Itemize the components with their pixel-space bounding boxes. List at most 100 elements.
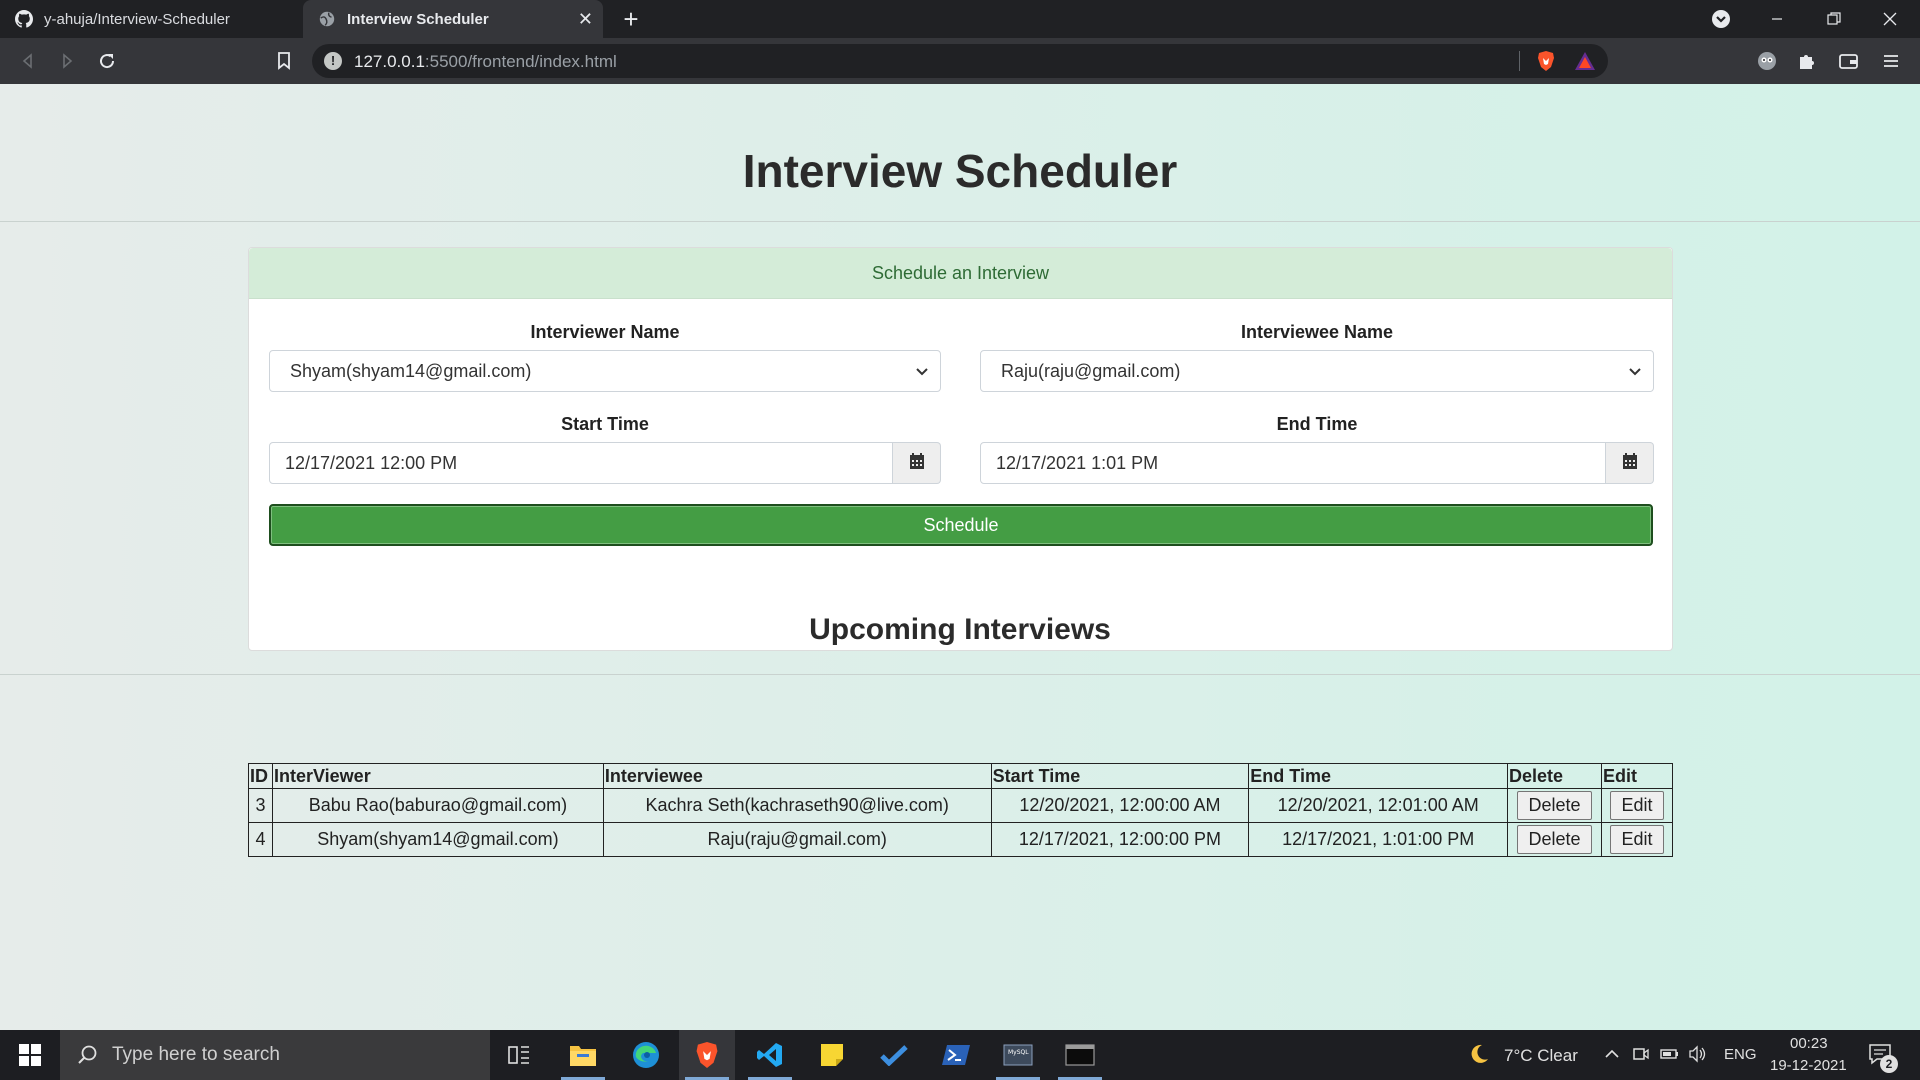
card-header: Schedule an Interview (249, 248, 1672, 299)
tab-interview-scheduler[interactable]: Interview Scheduler ✕ (303, 0, 603, 38)
col-header-id: ID (248, 763, 273, 789)
edge-icon[interactable] (618, 1030, 674, 1080)
brave-shields-icon[interactable] (1536, 50, 1556, 77)
terminal-icon[interactable] (1052, 1030, 1108, 1080)
svg-text:MySQL: MySQL (1008, 1049, 1029, 1056)
start-time-input[interactable]: 12/17/2021 12:00 PM (269, 442, 893, 484)
search-icon (76, 1043, 100, 1067)
page-viewport: Interview Scheduler Schedule an Intervie… (0, 84, 1920, 1030)
col-header-end: End Time (1248, 763, 1509, 789)
edit-button[interactable]: Edit (1610, 791, 1664, 820)
bookmark-icon[interactable] (270, 47, 298, 75)
cell-id: 4 (248, 822, 273, 857)
start-time-label: Start Time (561, 414, 649, 434)
interviewer-label: Interviewer Name (530, 322, 680, 342)
cell-start: 12/20/2021, 12:00:00 AM (990, 788, 1250, 823)
table-row: 3 Babu Rao(baburao@gmail.com) Kachra Set… (248, 788, 1674, 823)
address-bar[interactable]: ! 127.0.0.1:5500/frontend/index.html (312, 44, 1608, 78)
interviewer-select[interactable]: Shyam(shyam14@gmail.com) (269, 350, 941, 392)
end-time-input[interactable]: 12/17/2021 1:01 PM (980, 442, 1606, 484)
interviewee-select-value: Raju(raju@gmail.com) (1001, 360, 1181, 381)
cell-edit: Edit (1600, 788, 1674, 823)
interviewee-select[interactable]: Raju(raju@gmail.com) (980, 350, 1654, 392)
volume-icon[interactable] (1688, 1045, 1708, 1068)
browser-menu-dropdown-icon[interactable] (1698, 0, 1744, 38)
github-icon (14, 9, 34, 29)
browser-tab-strip: y-ahuja/Interview-Scheduler Interview Sc… (0, 0, 1920, 38)
weather-text[interactable]: 7°C Clear (1504, 1046, 1578, 1066)
brave-rewards-icon[interactable] (1574, 51, 1596, 76)
edit-button[interactable]: Edit (1610, 825, 1664, 854)
url-divider (1519, 51, 1520, 71)
col-header-delete: Delete (1507, 763, 1602, 789)
powershell-icon[interactable] (928, 1030, 984, 1080)
task-view-icon[interactable] (491, 1030, 547, 1080)
cell-interviewer: Shyam(shyam14@gmail.com) (271, 822, 604, 857)
forward-icon[interactable] (53, 47, 81, 75)
calendar-icon (909, 452, 925, 475)
browser-toolbar: ! 127.0.0.1:5500/frontend/index.html (0, 38, 1920, 84)
file-explorer-icon[interactable] (555, 1030, 611, 1080)
delete-button[interactable]: Delete (1517, 791, 1592, 820)
browser-menu-icon[interactable] (1880, 50, 1902, 72)
close-window-icon[interactable] (1867, 0, 1913, 38)
todo-icon[interactable] (866, 1030, 922, 1080)
upcoming-interviews-title: Upcoming Interviews (809, 613, 1111, 646)
minimize-icon[interactable] (1754, 0, 1800, 38)
cell-delete: Delete (1507, 822, 1602, 857)
end-calendar-button[interactable] (1606, 442, 1654, 484)
table-header-row: ID InterViewer Interviewee Start Time En… (248, 763, 1674, 789)
cell-interviewee: Raju(raju@gmail.com) (602, 822, 992, 857)
mysql-workbench-icon[interactable]: MySQL (990, 1030, 1046, 1080)
chevron-up-icon[interactable] (1604, 1046, 1620, 1067)
cell-delete: Delete (1507, 788, 1602, 823)
notification-count-badge: 2 (1880, 1055, 1898, 1073)
clock-date[interactable]: 19-12-2021 (1770, 1057, 1847, 1074)
meet-now-icon[interactable] (1632, 1045, 1650, 1068)
vscode-icon[interactable] (742, 1030, 798, 1080)
interviewer-select-value: Shyam(shyam14@gmail.com) (290, 360, 532, 381)
new-tab-button[interactable]: + (616, 4, 646, 34)
site-info-icon[interactable]: ! (324, 52, 342, 70)
reload-icon[interactable] (93, 47, 121, 75)
cell-interviewer: Babu Rao(baburao@gmail.com) (271, 788, 604, 823)
schedule-form-card: Schedule an Interview Interviewer Name I… (248, 247, 1673, 651)
calendar-icon (1622, 452, 1638, 475)
tab-github[interactable]: y-ahuja/Interview-Scheduler (0, 0, 300, 38)
divider (0, 674, 1920, 675)
page-title: Interview Scheduler (742, 145, 1178, 197)
delete-button[interactable]: Delete (1517, 825, 1592, 854)
cell-interviewee: Kachra Seth(kachraseth90@live.com) (602, 788, 992, 823)
start-calendar-button[interactable] (893, 442, 941, 484)
url-text: 127.0.0.1:5500/frontend/index.html (354, 52, 617, 72)
restore-icon[interactable] (1811, 0, 1857, 38)
back-icon[interactable] (14, 47, 42, 75)
battery-icon[interactable] (1660, 1045, 1680, 1068)
end-time-label: End Time (1276, 414, 1358, 434)
taskbar-search-box[interactable]: Type here to search (60, 1030, 490, 1080)
input-language[interactable]: ENG (1724, 1046, 1757, 1063)
tab-title: y-ahuja/Interview-Scheduler (44, 10, 230, 28)
tab-title: Interview Scheduler (347, 10, 489, 28)
windows-taskbar: Type here to search MySQL 7°C Clear ENG … (0, 1030, 1920, 1080)
url-path: :5500/frontend/index.html (424, 52, 617, 71)
weather-moon-icon[interactable] (1468, 1043, 1490, 1070)
clock-time[interactable]: 00:23 (1790, 1035, 1828, 1052)
cell-id: 3 (248, 788, 273, 823)
wallet-icon[interactable] (1838, 50, 1860, 72)
windows-start-icon[interactable] (0, 1030, 60, 1080)
extensions-puzzle-icon[interactable] (1796, 50, 1818, 72)
cell-end: 12/17/2021, 1:01:00 PM (1248, 822, 1509, 857)
schedule-button[interactable]: Schedule (269, 504, 1653, 546)
interviewee-label: Interviewee Name (1240, 322, 1394, 342)
cell-end: 12/20/2021, 12:01:00 AM (1248, 788, 1509, 823)
close-tab-icon[interactable]: ✕ (578, 9, 593, 29)
url-host: 127.0.0.1 (354, 52, 425, 71)
profile-avatar-icon[interactable] (1756, 50, 1778, 72)
sticky-notes-icon[interactable] (804, 1030, 860, 1080)
brave-browser-icon[interactable] (679, 1030, 735, 1080)
cell-start: 12/17/2021, 12:00:00 PM (990, 822, 1250, 857)
col-header-edit: Edit (1600, 763, 1674, 789)
globe-icon (317, 9, 337, 29)
interviews-table: ID InterViewer Interviewee Start Time En… (248, 763, 1674, 857)
